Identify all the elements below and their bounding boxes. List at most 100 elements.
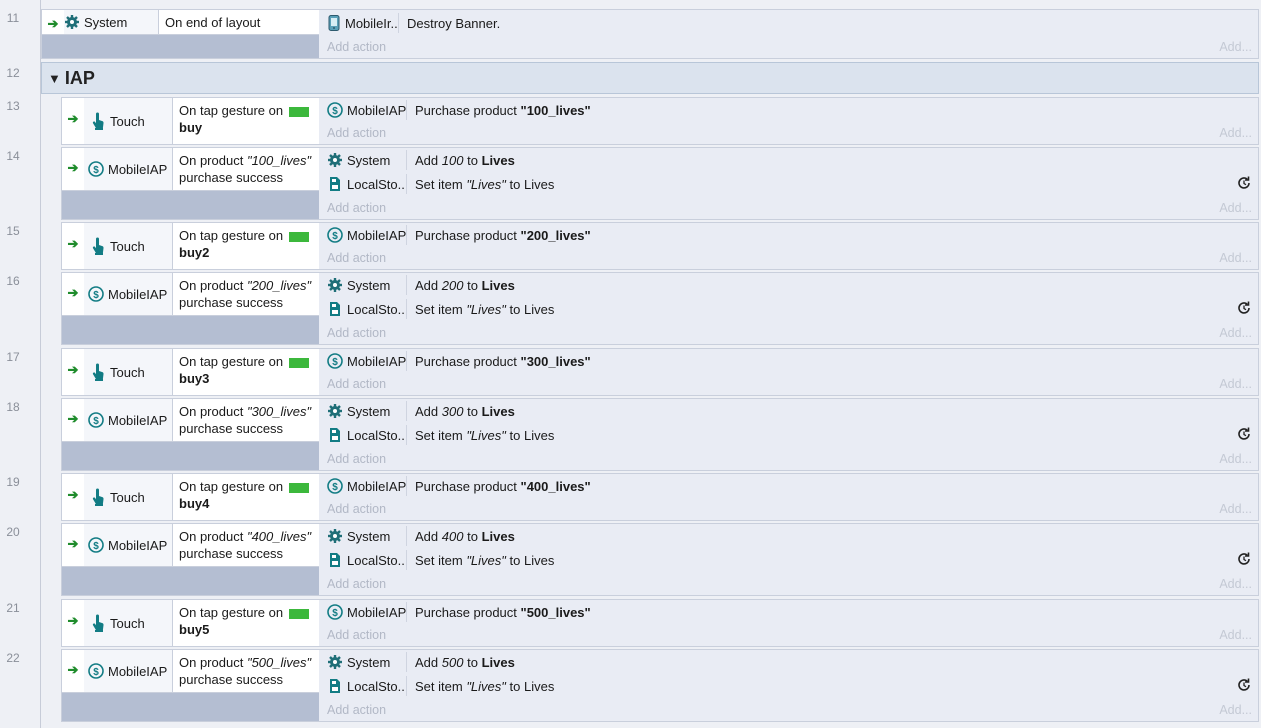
event-row-purchase[interactable]: 16 ➔ $ MobileIAP On product "200_lives" purch…	[0, 272, 1261, 345]
event-block[interactable]: ➔ $ MobileIAP On product "500_lives" purchas…	[61, 649, 1259, 722]
add-more-link[interactable]: Add...	[1219, 377, 1252, 391]
action[interactable]: System Add 400 to Lives	[319, 524, 1258, 548]
add-action-link[interactable]: Add action	[327, 628, 386, 642]
add-action-link[interactable]: Add action	[327, 377, 386, 391]
add-more-link[interactable]: Add...	[1219, 40, 1252, 54]
event-block[interactable]: ➔ $ MobileIAP On product "300_lives" purchas…	[61, 398, 1259, 471]
event-block[interactable]: ➔ Touch On tap gesture on buy5 $ MobileIAP Pu…	[61, 599, 1259, 647]
actions-column[interactable]: System Add 500 to Lives LocalSto... Set ite…	[319, 650, 1258, 721]
add-action-link[interactable]: Add action	[327, 502, 386, 516]
add-action-link[interactable]: Add action	[327, 40, 386, 54]
condition-column[interactable]: ➔ Touch On tap gesture on buy	[62, 98, 319, 144]
variable-name: Lives	[481, 152, 515, 168]
actions-column[interactable]: $ MobileIAP Purchase product "200_lives" Ad…	[319, 223, 1258, 269]
action[interactable]: LocalSto... Set item "Lives" to Lives	[319, 674, 1258, 698]
event-row-tap[interactable]: 19 ➔ Touch On tap gesture on buy4 $ MobileIAP…	[0, 473, 1261, 521]
condition[interactable]: ➔ Touch On tap gesture on buy3	[62, 349, 319, 395]
condition-column[interactable]: ➔ Touch On tap gesture on buy5	[62, 600, 319, 646]
add-more-link[interactable]: Add...	[1219, 703, 1252, 717]
action[interactable]: $ MobileIAP Purchase product "300_lives"	[319, 349, 1258, 373]
actions-column[interactable]: $ MobileIAP Purchase product "500_lives" Ad…	[319, 600, 1258, 646]
action[interactable]: LocalSto... Set item "Lives" to Lives	[319, 423, 1258, 447]
add-more-link[interactable]: Add...	[1219, 502, 1252, 516]
action[interactable]: LocalSto... Set item "Lives" to Lives	[319, 297, 1258, 321]
add-more-link[interactable]: Add...	[1219, 201, 1252, 215]
tap-condition-label: On tap gesture on	[179, 479, 284, 494]
event-row-tap[interactable]: 21 ➔ Touch On tap gesture on buy5 $ MobileIAP…	[0, 599, 1261, 647]
action[interactable]: System Add 200 to Lives	[319, 273, 1258, 297]
action[interactable]: LocalSto... Set item "Lives" to Lives	[319, 172, 1258, 196]
actions-column[interactable]: $ MobileIAP Purchase product "300_lives" Ad…	[319, 349, 1258, 395]
condition[interactable]: ➔ Touch On tap gesture on buy5	[62, 600, 319, 646]
actions-column[interactable]: System Add 200 to Lives LocalSto... Set ite…	[319, 273, 1258, 344]
actions-column[interactable]: System Add 400 to Lives LocalSto... Set ite…	[319, 524, 1258, 595]
event-row-11[interactable]: 11 ➔ System On end of layout MobileIr...…	[0, 9, 1261, 59]
event-block[interactable]: ➔ Touch On tap gesture on buy $ MobileIAP Pur…	[61, 97, 1259, 145]
add-action-link[interactable]: Add action	[327, 201, 386, 215]
condition-column[interactable]: ➔ Touch On tap gesture on buy2	[62, 223, 319, 269]
event-block[interactable]: ➔ Touch On tap gesture on buy3 $ MobileIAP Pu…	[61, 348, 1259, 396]
condition[interactable]: ➔ $ MobileIAP On product "500_lives" purchas…	[62, 650, 319, 693]
condition-column[interactable]: ➔ Touch On tap gesture on buy4	[62, 474, 319, 520]
condition-column[interactable]: ➔ $ MobileIAP On product "500_lives" purchas…	[62, 650, 319, 721]
event-row-purchase[interactable]: 20 ➔ $ MobileIAP On product "400_lives" purch…	[0, 523, 1261, 596]
actions-column[interactable]: System Add 300 to Lives LocalSto... Set ite…	[319, 399, 1258, 470]
actions-column[interactable]: $ MobileIAP Purchase product "100_lives" Ad…	[319, 98, 1258, 144]
event-row-tap[interactable]: 15 ➔ Touch On tap gesture on buy2 $ MobileIAP…	[0, 222, 1261, 270]
event-row-purchase[interactable]: 14 ➔ $ MobileIAP On product "100_lives" purch…	[0, 147, 1261, 220]
event-block[interactable]: ➔ $ MobileIAP On product "400_lives" purchas…	[61, 523, 1259, 596]
group-header[interactable]: ▼ IAP	[41, 62, 1259, 94]
condition[interactable]: ➔ Touch On tap gesture on buy	[62, 98, 319, 144]
add-more-link[interactable]: Add...	[1219, 452, 1252, 466]
action[interactable]: MobileIr... Destroy Banner.	[319, 11, 1258, 35]
event-block[interactable]: ➔ System On end of layout MobileIr... De…	[41, 9, 1259, 59]
condition-column[interactable]: ➔ $ MobileIAP On product "400_lives" purchas…	[62, 524, 319, 595]
sprite-thumbnail-icon	[288, 231, 309, 242]
condition[interactable]: ➔ $ MobileIAP On product "200_lives" purchas…	[62, 273, 319, 316]
action[interactable]: System Add 500 to Lives	[319, 650, 1258, 674]
condition-column[interactable]: ➔ $ MobileIAP On product "300_lives" purchas…	[62, 399, 319, 470]
condition[interactable]: ➔ $ MobileIAP On product "300_lives" purchas…	[62, 399, 319, 442]
event-row-purchase[interactable]: 18 ➔ $ MobileIAP On product "300_lives" purch…	[0, 398, 1261, 471]
purchase-label: On product	[179, 529, 244, 544]
condition[interactable]: ➔ Touch On tap gesture on buy2	[62, 223, 319, 269]
condition-text: On tap gesture on buy2	[173, 223, 315, 269]
condition-column[interactable]: ➔ System On end of layout	[42, 10, 319, 58]
add-more-link[interactable]: Add...	[1219, 326, 1252, 340]
add-action-link[interactable]: Add action	[327, 703, 386, 717]
condition-column[interactable]: ➔ Touch On tap gesture on buy3	[62, 349, 319, 395]
action[interactable]: LocalSto... Set item "Lives" to Lives	[319, 548, 1258, 572]
event-block[interactable]: ➔ Touch On tap gesture on buy2 $ MobileIAP Pu…	[61, 222, 1259, 270]
condition[interactable]: ➔ Touch On tap gesture on buy4	[62, 474, 319, 520]
actions-column[interactable]: System Add 100 to Lives LocalSto... Set ite…	[319, 148, 1258, 219]
action[interactable]: $ MobileIAP Purchase product "100_lives"	[319, 98, 1258, 122]
event-block[interactable]: ➔ $ MobileIAP On product "200_lives" purchas…	[61, 272, 1259, 345]
condition-column[interactable]: ➔ $ MobileIAP On product "100_lives" purchas…	[62, 148, 319, 219]
action[interactable]: $ MobileIAP Purchase product "200_lives"	[319, 223, 1258, 247]
action[interactable]: $ MobileIAP Purchase product "500_lives"	[319, 600, 1258, 624]
add-action-link[interactable]: Add action	[327, 452, 386, 466]
add-action-link[interactable]: Add action	[327, 126, 386, 140]
add-action-link[interactable]: Add action	[327, 326, 386, 340]
add-more-link[interactable]: Add...	[1219, 577, 1252, 591]
add-more-link[interactable]: Add...	[1219, 251, 1252, 265]
add-more-link[interactable]: Add...	[1219, 126, 1252, 140]
actions-column[interactable]: $ MobileIAP Purchase product "400_lives" Ad…	[319, 474, 1258, 520]
actions-column[interactable]: MobileIr... Destroy Banner. Add action A…	[319, 10, 1258, 58]
event-block[interactable]: ➔ $ MobileIAP On product "100_lives" purchas…	[61, 147, 1259, 220]
event-block[interactable]: ➔ Touch On tap gesture on buy4 $ MobileIAP Pu…	[61, 473, 1259, 521]
action[interactable]: System Add 100 to Lives	[319, 148, 1258, 172]
add-action-link[interactable]: Add action	[327, 577, 386, 591]
action[interactable]: $ MobileIAP Purchase product "400_lives"	[319, 474, 1258, 498]
condition-column[interactable]: ➔ $ MobileIAP On product "200_lives" purchas…	[62, 273, 319, 344]
condition[interactable]: ➔ $ MobileIAP On product "400_lives" purchas…	[62, 524, 319, 567]
add-action-link[interactable]: Add action	[327, 251, 386, 265]
add-more-link[interactable]: Add...	[1219, 628, 1252, 642]
collapse-triangle-icon[interactable]: ▼	[48, 71, 61, 86]
action[interactable]: System Add 300 to Lives	[319, 399, 1258, 423]
event-row-tap[interactable]: 13 ➔ Touch On tap gesture on buy $ MobileIAP P…	[0, 97, 1261, 145]
event-row-tap[interactable]: 17 ➔ Touch On tap gesture on buy3 $ MobileIAP…	[0, 348, 1261, 396]
event-row-purchase[interactable]: 22 ➔ $ MobileIAP On product "500_lives" purch…	[0, 649, 1261, 722]
condition[interactable]: ➔ System On end of layout	[42, 10, 319, 35]
condition[interactable]: ➔ $ MobileIAP On product "100_lives" purchas…	[62, 148, 319, 191]
